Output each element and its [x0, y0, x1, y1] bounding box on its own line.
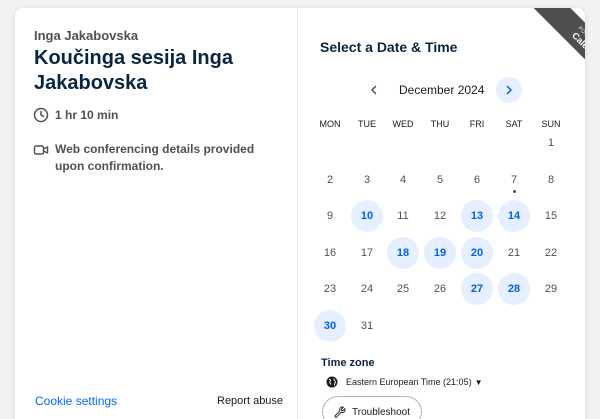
timezone-label: Time zone — [321, 357, 375, 369]
next-month-button[interactable] — [496, 77, 522, 103]
calendar-day-available[interactable]: 14 — [498, 200, 530, 232]
previous-month-button[interactable] — [361, 77, 387, 103]
calendar-day: 5 — [436, 174, 444, 186]
column-divider — [297, 8, 298, 419]
calendar-day: 15 — [544, 210, 558, 222]
calendar-day: 17 — [360, 247, 374, 259]
weekday-sat: SAT — [505, 119, 523, 129]
weekday-wed: WED — [392, 119, 414, 129]
caret-down-icon: ▼ — [474, 377, 483, 387]
calendar-day-available[interactable]: 10 — [351, 200, 383, 232]
month-label: December 2024 — [399, 83, 485, 97]
calendar-day-available[interactable]: 27 — [461, 273, 493, 305]
weekday-mon: MON — [319, 119, 341, 129]
calendar-day: 8 — [547, 174, 555, 186]
timezone-select[interactable]: Eastern European Time (21:05) ▼ — [326, 376, 483, 388]
calendar-day-available[interactable]: 19 — [424, 237, 456, 269]
timezone-value: Eastern European Time (21:05) — [346, 377, 472, 387]
calendar-day: 26 — [433, 283, 447, 295]
calendar-day: 29 — [544, 283, 558, 295]
wrench-icon — [334, 406, 346, 418]
calendar-day: 6 — [473, 174, 481, 186]
duration-text: 1 hr 10 min — [55, 108, 119, 122]
badge-calendly: Calendly — [570, 30, 585, 64]
calendar-day: 11 — [397, 210, 409, 222]
calendar-day: 31 — [360, 320, 374, 332]
cookie-settings-link[interactable]: Cookie settings — [35, 394, 117, 408]
weekday-thu: THU — [430, 119, 450, 129]
chevron-right-icon — [506, 85, 512, 95]
conferencing-row: Web conferencing details provided upon c… — [33, 141, 283, 175]
calendar-day: 9 — [326, 210, 334, 222]
calendar-day-number: 7 — [510, 174, 518, 186]
troubleshoot-label: Troubleshoot — [352, 406, 410, 418]
chevron-left-icon — [371, 85, 377, 95]
conferencing-text: Web conferencing details provided upon c… — [55, 142, 255, 173]
calendar-day: 24 — [360, 283, 374, 295]
month-navigation: December 2024 — [361, 75, 541, 105]
calendar-day: 25 — [396, 283, 410, 295]
event-title: Koučinga sesija Inga Jakabovska — [34, 47, 233, 94]
booking-card: Inga Jakabovska Koučinga sesija Inga Jak… — [15, 8, 585, 419]
duration-row: 1 hr 10 min — [33, 107, 118, 123]
calendar-day-available[interactable]: 28 — [498, 273, 530, 305]
badge-ribbon: POWERED BY Calendly — [530, 8, 585, 84]
clock-icon — [33, 107, 49, 123]
picker-title: Select a Date & Time — [320, 39, 458, 55]
calendar-day: 2 — [326, 174, 334, 186]
globe-icon — [326, 376, 338, 388]
video-camera-icon — [33, 145, 49, 155]
report-abuse-link[interactable]: Report abuse — [217, 395, 283, 407]
calendar-day: 4 — [399, 174, 407, 186]
calendar-day-today: 7 — [498, 164, 530, 196]
calendar-day-available[interactable]: 20 — [461, 237, 493, 269]
powered-by-calendly-badge[interactable]: POWERED BY Calendly — [525, 8, 585, 84]
calendar-day: 21 — [507, 247, 521, 259]
calendar-day: 12 — [433, 210, 447, 222]
organizer-name: Inga Jakabovska — [34, 28, 139, 43]
calendar-day: 1 — [547, 137, 555, 149]
weekday-fri: FRI — [469, 119, 485, 129]
calendar-day: 23 — [323, 283, 337, 295]
today-dot — [512, 190, 516, 193]
calendar-day-available[interactable]: 13 — [461, 200, 493, 232]
troubleshoot-button[interactable]: Troubleshoot — [322, 396, 422, 419]
calendar-day-available[interactable]: 18 — [387, 237, 419, 269]
weekday-tue: TUE — [358, 119, 376, 129]
calendar-day-available[interactable]: 30 — [314, 310, 346, 342]
calendar-day: 3 — [363, 174, 371, 186]
calendar-day: 16 — [323, 247, 337, 259]
calendar-day: 22 — [544, 247, 558, 259]
